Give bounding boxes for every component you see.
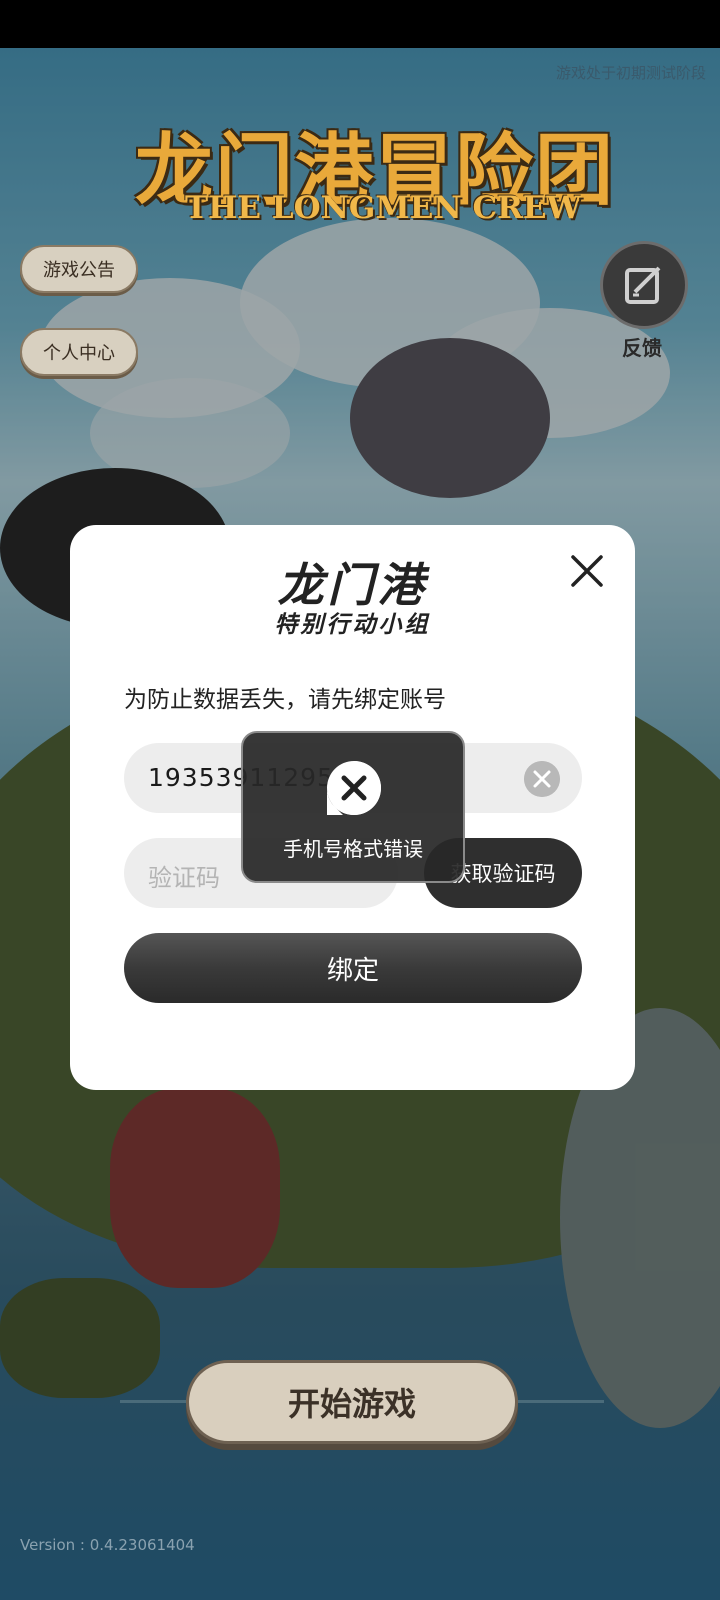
start-decoration-left	[120, 1400, 190, 1403]
profile-button[interactable]: 个人中心	[20, 328, 138, 376]
toast-message: 手机号格式错误	[283, 837, 423, 861]
dialog-logo-subtitle: 特别行动小组	[274, 612, 431, 638]
feedback-button[interactable]	[600, 241, 688, 329]
status-bar	[0, 0, 720, 48]
verification-code-placeholder: 验证码	[148, 864, 220, 892]
error-toast: 手机号格式错误	[241, 731, 465, 883]
error-icon	[327, 761, 381, 815]
version-label: Version : 0.4.23061404	[20, 1536, 195, 1554]
announcement-button[interactable]: 游戏公告	[20, 245, 138, 293]
start-decoration-right	[514, 1400, 604, 1403]
start-game-button[interactable]: 开始游戏	[186, 1360, 518, 1444]
bind-button[interactable]: 绑定	[124, 933, 582, 1003]
clear-icon[interactable]	[524, 761, 560, 797]
edit-icon	[625, 266, 661, 304]
game-logo-english: THE LONGMEN CREW	[185, 190, 582, 226]
test-stage-notice: 游戏处于初期测试阶段	[555, 64, 706, 82]
feedback-label: 反馈	[622, 336, 662, 360]
dialog-description: 为防止数据丢失，请先绑定账号	[124, 687, 446, 713]
close-icon[interactable]	[567, 551, 607, 591]
